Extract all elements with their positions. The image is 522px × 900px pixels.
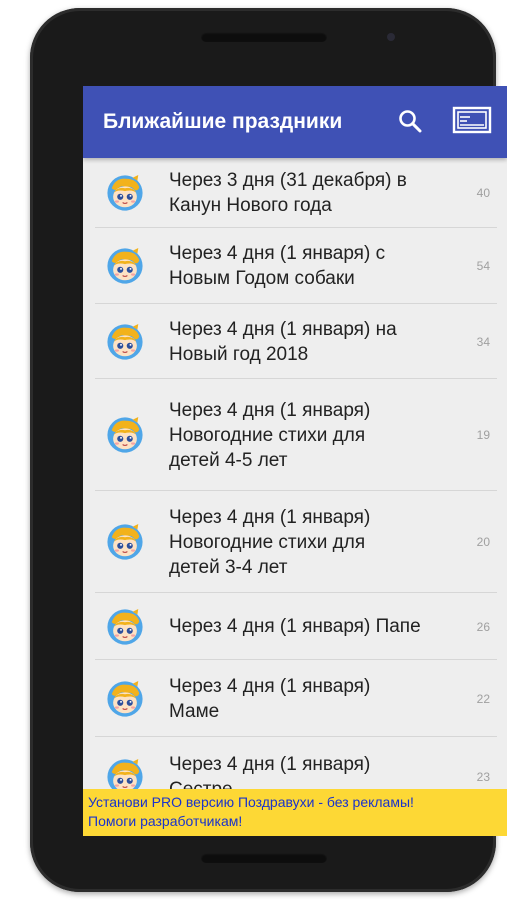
holiday-text: Через 3 дня (31 декабря) в Канун Нового г… xyxy=(169,168,469,218)
holiday-text: Через 4 дня (1 января) Новогодние стихи д… xyxy=(169,505,469,580)
greeting-count: 40 xyxy=(476,186,490,200)
list-item[interactable]: Через 4 дня (1 января) Маме 22 xyxy=(83,660,507,737)
greeting-count: 23 xyxy=(476,770,490,784)
banner-line-2: Помоги разработчикам! xyxy=(88,813,243,829)
app-bar: Ближайшие праздники xyxy=(83,86,507,158)
holiday-text: Через 4 дня (1 января) на Новый год 2018 xyxy=(169,317,469,367)
list-item[interactable]: Через 3 дня (31 декабря) в Канун Нового г… xyxy=(83,158,507,228)
list-item[interactable]: Через 4 дня (1 января) Папе 26 xyxy=(83,593,507,660)
holiday-text-line: Через 4 дня (1 января) xyxy=(169,754,371,775)
holiday-text-line: Через 4 дня (1 января) Папе xyxy=(169,616,421,637)
page-title: Ближайшие праздники xyxy=(103,110,343,133)
list-item[interactable]: Через 4 дня (1 января) Новогодние стихи д… xyxy=(83,379,507,491)
holiday-text-line: Новым Годом собаки xyxy=(169,268,355,289)
child-avatar-icon xyxy=(106,323,144,361)
greeting-count: 34 xyxy=(476,334,490,349)
search-icon[interactable] xyxy=(397,108,423,134)
holiday-text-line: детей 3-4 лет xyxy=(169,556,288,578)
child-avatar-icon xyxy=(106,608,144,646)
holiday-text: Через 4 дня (1 января) Маме xyxy=(169,674,469,724)
child-avatar-icon xyxy=(106,174,144,212)
bottom-speaker xyxy=(201,853,327,863)
holiday-text-line: детей 4-5 лет xyxy=(169,449,288,471)
cast-icon[interactable] xyxy=(452,106,492,136)
holiday-text-line: Канун Нового года xyxy=(169,195,332,216)
list-item[interactable]: Через 4 дня (1 января) Новогодние стихи д… xyxy=(83,491,507,593)
pro-version-banner[interactable]: Установи PRO версию Поздравухи - без рек… xyxy=(83,789,507,836)
holiday-text-line: Новогодние стихи для xyxy=(169,531,366,553)
holiday-text: Через 4 дня (1 января) Новогодние стихи д… xyxy=(169,398,469,473)
child-avatar-icon xyxy=(106,247,144,285)
greeting-count: 54 xyxy=(476,259,490,273)
banner-line-1: Установи PRO версию Поздравухи - без рек… xyxy=(88,794,414,810)
greeting-count: 20 xyxy=(476,535,490,549)
list-item[interactable]: Через 4 дня (1 января) на Новый год 2018 3… xyxy=(83,304,507,379)
holiday-text-line: Через 4 дня (1 января) с xyxy=(169,243,386,264)
list-item[interactable]: Через 4 дня (1 января) Сестре 23 xyxy=(83,737,507,789)
holiday-text-line: Через 4 дня (1 января) на xyxy=(169,318,397,340)
holiday-text-line: Новый год 2018 xyxy=(169,343,309,365)
holiday-text: Через 4 дня (1 января) Сестре xyxy=(169,752,469,789)
greeting-count: 22 xyxy=(476,691,490,706)
list-item[interactable]: Через 4 дня (1 января) с Новым Годом соба… xyxy=(83,228,507,304)
holiday-text: Через 4 дня (1 января) с Новым Годом соба… xyxy=(169,241,469,291)
child-avatar-icon xyxy=(106,523,144,561)
holiday-text-line: Сестре xyxy=(169,777,469,789)
greeting-count: 26 xyxy=(476,619,490,634)
child-avatar-icon xyxy=(106,758,144,789)
holiday-text: Через 4 дня (1 января) Папе xyxy=(169,614,469,639)
greeting-count: 19 xyxy=(476,428,490,442)
holiday-text-line: Через 4 дня (1 января) xyxy=(169,399,371,421)
child-avatar-icon xyxy=(106,416,144,454)
holiday-text-line: Новогодние стихи для xyxy=(169,424,366,446)
phone-frame: Ближайшие праздники Через 3 дня (31 дека… xyxy=(30,8,507,892)
holiday-list: Через 3 дня (31 декабря) в Канун Нового г… xyxy=(83,158,507,789)
holiday-text-line: Через 4 дня (1 января) xyxy=(169,506,371,528)
holiday-text-line: Через 3 дня (31 декабря) в xyxy=(169,170,407,191)
front-camera xyxy=(387,33,395,41)
holiday-text-line: Маме xyxy=(169,700,220,722)
app-screen: Ближайшие праздники Через 3 дня (31 дека… xyxy=(83,86,507,836)
holiday-text-line: Через 4 дня (1 января) xyxy=(169,675,371,697)
child-avatar-icon xyxy=(106,680,144,718)
earpiece-speaker xyxy=(201,32,327,42)
